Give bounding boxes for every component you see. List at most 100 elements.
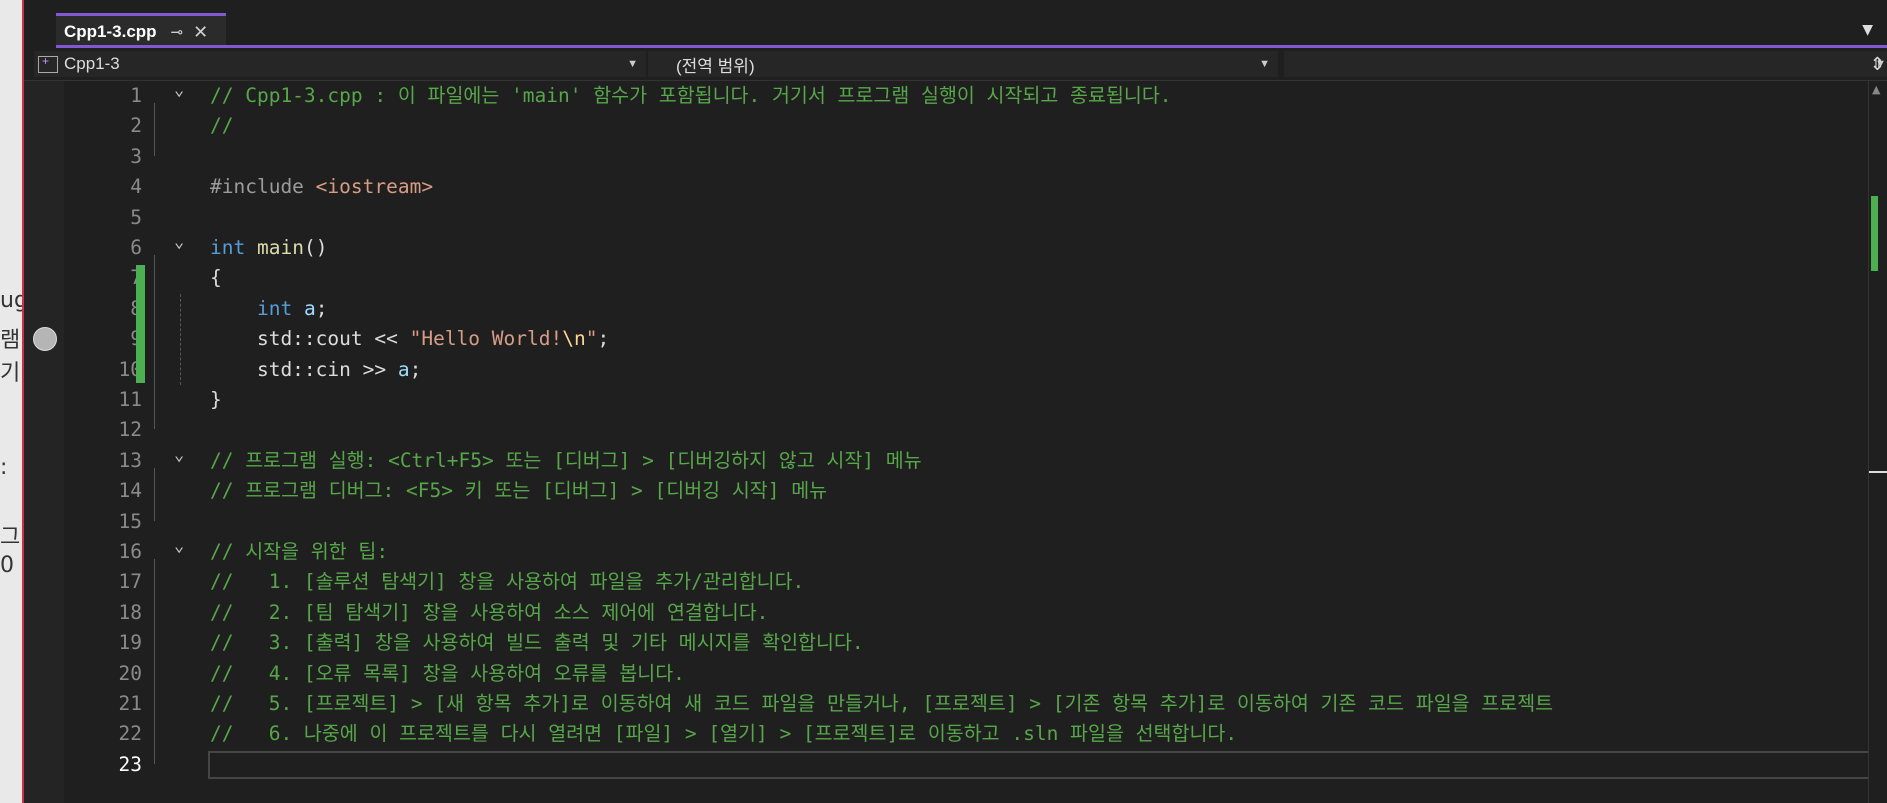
code-line[interactable]: 1 ⌄// Cpp1-3.cpp : 이 파일에는 'main' 함수가 포함됩니… xyxy=(64,80,1869,111)
code-line[interactable]: 9 std::cout << "Hello World!\n"; xyxy=(64,324,1869,354)
tab-list-dropdown-icon[interactable]: ▼ xyxy=(1862,22,1873,38)
code-token: \n xyxy=(562,327,586,351)
code-line[interactable]: 22 // 6. 나중에 이 프로젝트를 다시 열려면 [파일] > [열기] >… xyxy=(64,719,1869,749)
code-line[interactable]: 7{ xyxy=(64,263,1869,293)
code-token: cout << xyxy=(315,327,410,351)
scroll-up-icon[interactable]: ▲ xyxy=(1872,83,1880,96)
navigation-bar: Cpp1-3 ▼ (전역 범위) ▼ ▼ ⇕ xyxy=(24,48,1887,81)
code-token: main xyxy=(256,236,304,259)
code-token: ; xyxy=(409,357,422,381)
code-token: { xyxy=(210,266,222,290)
tab-title: Cpp1-3.cpp xyxy=(64,22,157,41)
line-number: 17 xyxy=(118,570,142,594)
code-line[interactable]: 19 // 3. [출력] 창을 사용하여 빌드 출력 및 기타 메시지를 확인합… xyxy=(64,628,1869,658)
line-code: // 3. [출력] 창을 사용하여 빌드 출력 및 기타 메시지를 확인합니다… xyxy=(210,628,864,658)
pin-icon[interactable]: ⊸ xyxy=(171,23,184,41)
fold-region-guide xyxy=(154,559,155,764)
code-token: // 3. [출력] 창을 사용하여 빌드 출력 및 기타 메시지를 확인합니다… xyxy=(210,631,864,655)
code-line[interactable]: 21 // 5. [프로젝트] > [새 항목 추가]로 이동하여 새 코드 파일… xyxy=(64,689,1869,719)
code-line[interactable]: 16 ⌄// 시작을 위한 팁: xyxy=(64,536,1869,567)
line-code: // Cpp1-3.cpp : 이 파일에는 'main' 함수가 포함됩니다.… xyxy=(210,81,1172,111)
line-code: #include <iostream> xyxy=(210,172,433,202)
line-number: 6 xyxy=(130,236,142,259)
code-line[interactable]: 15 xyxy=(64,507,1869,537)
code-line[interactable]: 12 xyxy=(64,415,1869,445)
code-token: " xyxy=(585,327,598,351)
code-line[interactable]: 18 // 2. [팀 탐색기] 창을 사용하여 소스 제어에 연결합니다. xyxy=(64,598,1869,628)
line-code: std::cout << "Hello World!\n"; xyxy=(210,324,609,354)
breakpoint-icon[interactable] xyxy=(33,327,57,351)
code-editor[interactable]: 1 ⌄ // Cpp1-3.cpp : 이 파일에는 'main' 함수가 포함됩니… xyxy=(64,80,1887,803)
code-token: } xyxy=(210,388,222,411)
code-line[interactable]: 10 std::cin >> a; xyxy=(64,355,1869,385)
line-number: 7 xyxy=(64,263,142,293)
partial-text: 그 xyxy=(0,525,21,550)
code-token: // 6. 나중에 이 프로젝트를 다시 열려면 [파일] > [열기] > [… xyxy=(210,722,1238,746)
line-number: 4 xyxy=(130,175,142,199)
code-token: std:: xyxy=(210,357,316,381)
member-dropdown[interactable]: ▼ xyxy=(1284,51,1887,77)
line-number: 10 xyxy=(118,357,142,381)
fold-chevron-icon[interactable]: ⌄ xyxy=(174,440,184,470)
code-token: // 2. [팀 탐색기] 창을 사용하여 소스 제어에 연결합니다. xyxy=(210,600,769,624)
glyph-margin[interactable] xyxy=(24,81,64,803)
line-number: 3 xyxy=(130,144,142,168)
split-editor-icon[interactable]: ⇕ xyxy=(1870,54,1885,75)
close-icon[interactable]: ✕ xyxy=(193,22,208,43)
code-line[interactable]: 6 ⌄ int main() xyxy=(64,232,1869,263)
fold-region-guide xyxy=(154,467,155,521)
tab-cpp1-3[interactable]: Cpp1-3.cpp ⊸ ✕ xyxy=(56,13,226,48)
code-token: <iostream> xyxy=(315,175,434,199)
partial-text: 0 xyxy=(0,553,14,578)
code-token: #include xyxy=(210,175,316,199)
vertical-scrollbar[interactable]: ▲ xyxy=(1868,81,1887,803)
chevron-down-icon: ▼ xyxy=(1259,58,1270,70)
code-line[interactable]: 11} xyxy=(64,385,1869,415)
code-token: // 프로그램 실행: <Ctrl+F5> 또는 [디버그] > [디버깅하지 … xyxy=(210,448,922,472)
scope-dropdown[interactable]: (전역 범위) ▼ xyxy=(648,51,1278,77)
code-line[interactable]: 8 int a; xyxy=(64,294,1869,324)
line-number: 11 xyxy=(118,388,142,411)
line-code: // 2. [팀 탐색기] 창을 사용하여 소스 제어에 연결합니다. xyxy=(210,598,768,628)
code-token: a xyxy=(397,357,410,381)
document-tab-bar: Cpp1-3.cpp ⊸ ✕ ▼ xyxy=(24,0,1887,48)
code-line[interactable]: 20 // 4. [오류 목록] 창을 사용하여 오류를 봅니다. xyxy=(64,659,1869,689)
line-number: 13 xyxy=(118,448,142,472)
line-number: 16 xyxy=(118,540,142,563)
partial-text: 램 xyxy=(0,328,21,353)
scroll-position-indicator[interactable] xyxy=(1869,471,1887,473)
code-token: cin >> xyxy=(315,357,398,381)
fold-chevron-icon[interactable]: ⌄ xyxy=(174,227,184,257)
code-token: () xyxy=(303,236,328,259)
code-token: std:: xyxy=(210,327,316,351)
code-token: a xyxy=(303,296,316,320)
left-partial-window: ug 램기: 그 0 xyxy=(0,0,24,803)
code-line[interactable]: 17 // 1. [솔루션 탐색기] 창을 사용하여 파일을 추가/관리합니다. xyxy=(64,567,1869,597)
code-line[interactable]: 3 xyxy=(64,142,1869,172)
fold-chevron-icon[interactable]: ⌄ xyxy=(174,531,184,561)
partial-text: ug xyxy=(0,288,22,313)
code-line[interactable]: 13 ⌄// 프로그램 실행: <Ctrl+F5> 또는 [디버그] > [디버깅… xyxy=(64,445,1869,476)
line-code: std::cin >> a; xyxy=(210,355,421,385)
line-code: int a; xyxy=(210,294,327,324)
scope-label: (전역 범위) xyxy=(676,56,755,76)
code-line[interactable]: 5 xyxy=(64,203,1869,233)
project-icon xyxy=(38,54,58,73)
current-line-highlight xyxy=(208,750,1887,779)
code-token: "Hello World! xyxy=(409,327,563,351)
line-number: 9 xyxy=(64,324,142,354)
line-number: 12 xyxy=(118,418,142,442)
code-token: // 1. [솔루션 탐색기] 창을 사용하여 파일을 추가/관리합니다. xyxy=(210,570,805,594)
project-dropdown[interactable]: Cpp1-3 ▼ xyxy=(34,51,646,77)
line-code: { xyxy=(210,263,222,293)
line-code: // 4. [오류 목록] 창을 사용하여 오류를 봅니다. xyxy=(210,659,685,689)
code-token: int xyxy=(256,296,293,320)
code-line[interactable]: 14 // 프로그램 디버그: <F5> 키 또는 [디버그] > [디버깅 시작… xyxy=(64,476,1869,506)
code-line[interactable]: 2 // xyxy=(64,111,1869,141)
line-number: 20 xyxy=(118,661,142,685)
line-number: 15 xyxy=(118,509,142,533)
fold-chevron-icon[interactable]: ⌄ xyxy=(174,75,184,105)
line-code: // 프로그램 디버그: <F5> 키 또는 [디버그] > [디버깅 시작] … xyxy=(210,476,827,506)
code-line[interactable]: 4 #include <iostream> xyxy=(64,172,1869,202)
